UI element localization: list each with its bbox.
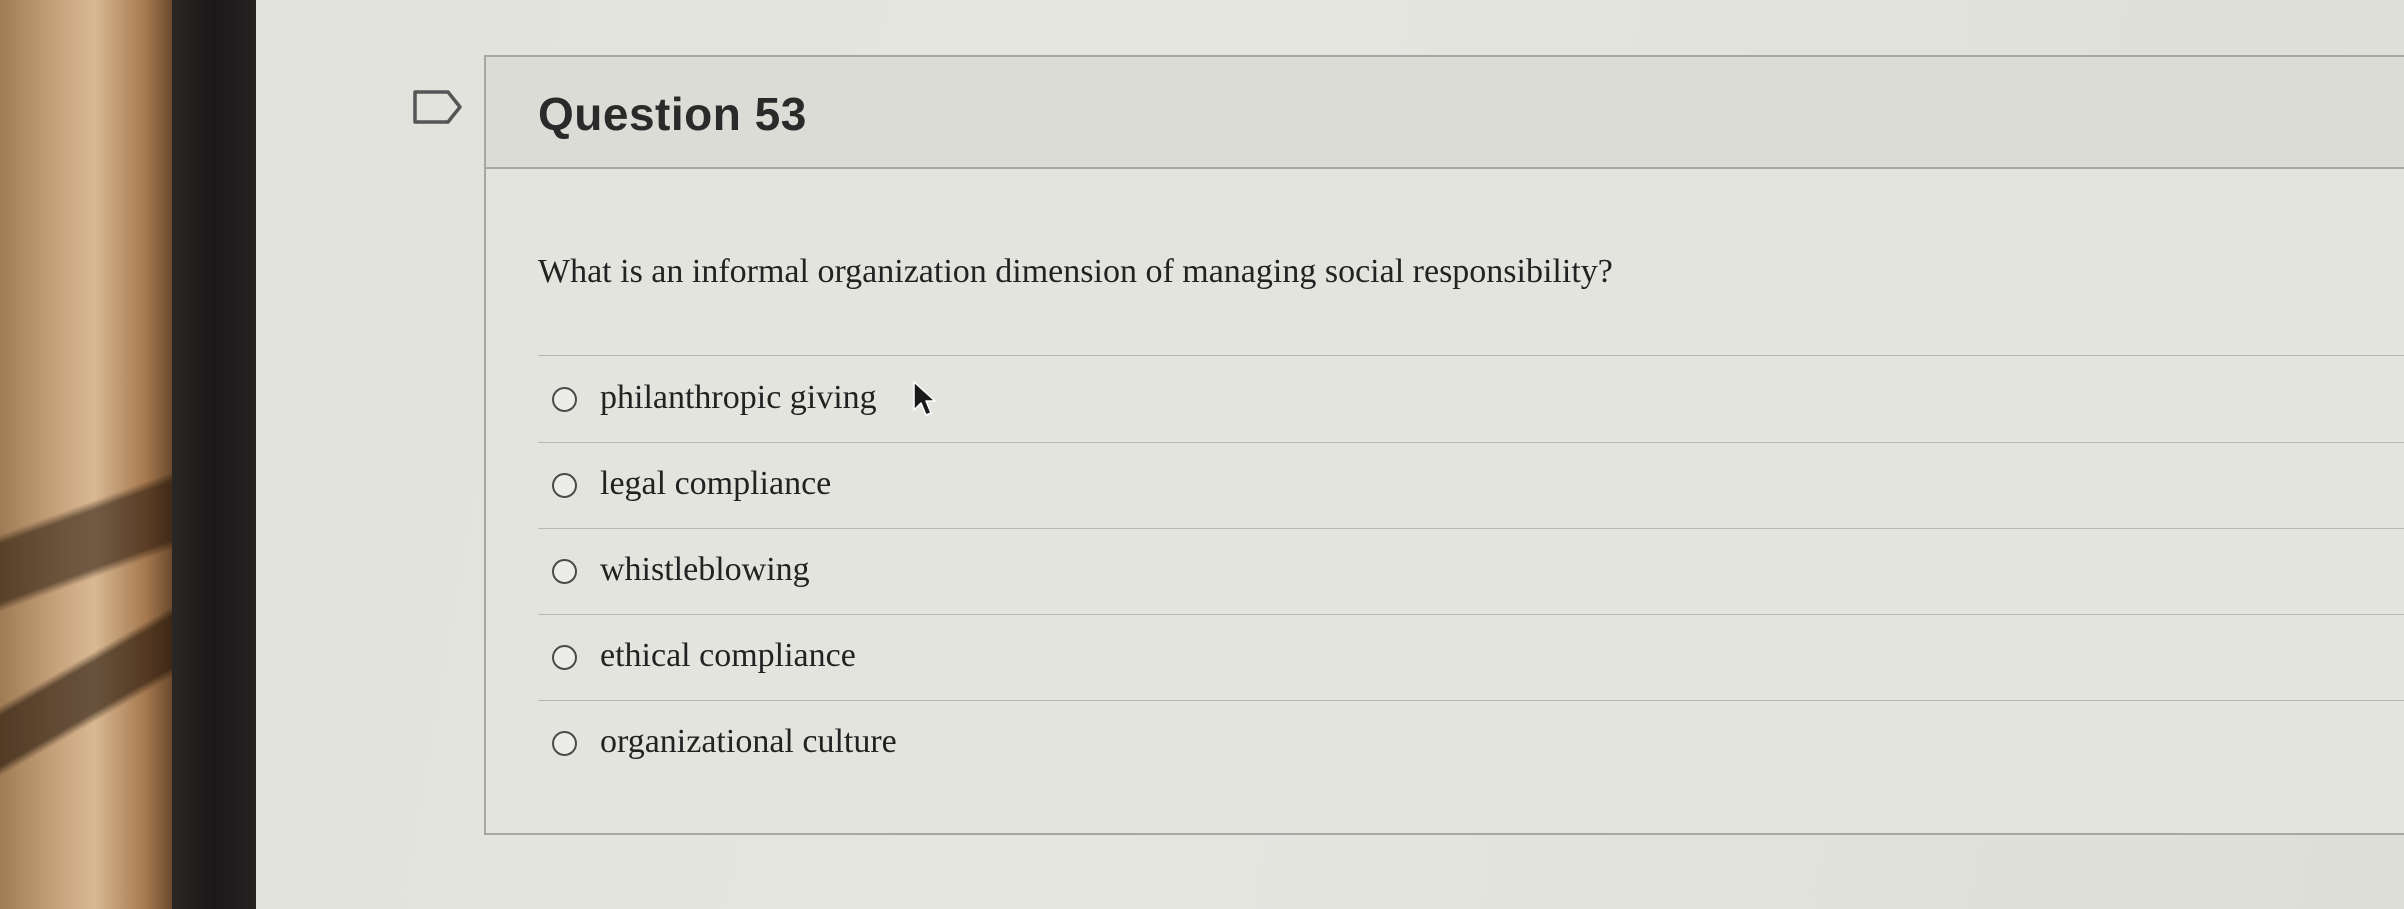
- monitor-bezel: [172, 0, 256, 909]
- mouse-pointer-icon: [913, 381, 936, 416]
- radio-button-icon[interactable]: [552, 645, 577, 670]
- answer-label[interactable]: whistleblowing: [600, 551, 810, 589]
- question-divider: [538, 355, 2404, 356]
- question-card: Question 53 What is an informal organiza…: [484, 55, 2404, 835]
- answer-label[interactable]: ethical compliance: [600, 637, 856, 675]
- answer-label[interactable]: legal compliance: [600, 465, 831, 503]
- question-header: Question 53: [486, 57, 2404, 169]
- question-text: What is an informal organization dimensi…: [538, 253, 1613, 290]
- desk-shadow: [0, 0, 172, 909]
- radio-button-icon[interactable]: [552, 559, 577, 584]
- answer-label[interactable]: organizational culture: [600, 723, 897, 761]
- answer-list: philanthropic giving legal compliance wh…: [538, 357, 2404, 786]
- answer-option[interactable]: organizational culture: [538, 701, 2404, 786]
- radio-button-icon[interactable]: [552, 731, 577, 756]
- radio-button-icon[interactable]: [552, 387, 577, 412]
- answer-option[interactable]: ethical compliance: [538, 615, 2404, 701]
- radio-button-icon[interactable]: [552, 473, 577, 498]
- answer-option[interactable]: legal compliance: [538, 443, 2404, 529]
- flag-question-icon[interactable]: [412, 88, 464, 126]
- answer-label[interactable]: philanthropic giving: [600, 379, 877, 417]
- answer-option[interactable]: philanthropic giving: [538, 357, 2404, 443]
- answer-option[interactable]: whistleblowing: [538, 529, 2404, 615]
- question-title: Question 53: [538, 88, 807, 140]
